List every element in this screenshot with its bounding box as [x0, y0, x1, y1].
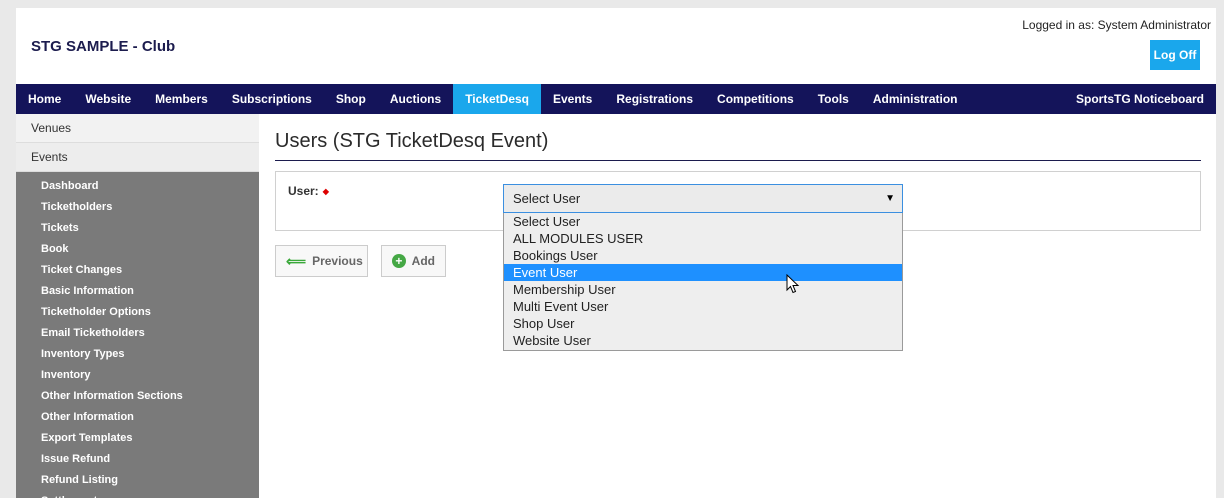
- sidebar-sub-basic-information[interactable]: Basic Information: [16, 280, 259, 301]
- nav-shop[interactable]: Shop: [324, 84, 378, 114]
- dropdown-arrow-icon: ▼: [885, 193, 895, 204]
- sidebar-sub-tickets[interactable]: Tickets: [16, 217, 259, 238]
- nav-auctions[interactable]: Auctions: [378, 84, 453, 114]
- sidebar-sub-inventory-types[interactable]: Inventory Types: [16, 343, 259, 364]
- user-option[interactable]: Website User: [504, 332, 902, 349]
- sidebar-sub-issue-refund[interactable]: Issue Refund: [16, 448, 259, 469]
- nav-administration[interactable]: Administration: [861, 84, 970, 114]
- sidebar-sub-ticketholders[interactable]: Ticketholders: [16, 196, 259, 217]
- sidebar-sub-other-information[interactable]: Other Information: [16, 406, 259, 427]
- nav-competitions[interactable]: Competitions: [705, 84, 806, 114]
- nav-registrations[interactable]: Registrations: [604, 84, 705, 114]
- sidebar-item-events[interactable]: Events: [16, 143, 259, 172]
- sidebar-sub-refund-listing[interactable]: Refund Listing: [16, 469, 259, 490]
- sidebar-sub-ticketholder-options[interactable]: Ticketholder Options: [16, 301, 259, 322]
- sidebar-sub-settlements[interactable]: Settlements: [16, 490, 259, 498]
- nav-tools[interactable]: Tools: [806, 84, 861, 114]
- nav-ticketdesq[interactable]: TicketDesq: [453, 84, 541, 114]
- sidebar-sub-ticket-changes[interactable]: Ticket Changes: [16, 259, 259, 280]
- sidebar-sub-book[interactable]: Book: [16, 238, 259, 259]
- page: STG SAMPLE - Club Logged in as: System A…: [16, 8, 1216, 498]
- sidebar-item-venues[interactable]: Venues: [16, 114, 259, 143]
- sidebar: Venues Events Dashboard Ticketholders Ti…: [16, 114, 259, 498]
- page-title: Users (STG TicketDesq Event): [275, 130, 549, 152]
- add-button[interactable]: + Add: [381, 245, 446, 277]
- plus-circle-icon: +: [392, 254, 406, 268]
- user-option[interactable]: Bookings User: [504, 247, 902, 264]
- sidebar-sub-other-information-sections[interactable]: Other Information Sections: [16, 385, 259, 406]
- site-brand[interactable]: STG SAMPLE - Club: [31, 38, 175, 55]
- add-label: Add: [411, 254, 435, 268]
- user-option[interactable]: Multi Event User: [504, 298, 902, 315]
- main-nav: Home Website Members Subscriptions Shop …: [16, 84, 1216, 114]
- log-off-button[interactable]: Log Off: [1150, 40, 1200, 70]
- sidebar-sub-email-ticketholders[interactable]: Email Ticketholders: [16, 322, 259, 343]
- nav-website[interactable]: Website: [73, 84, 143, 114]
- user-select-value: Select User: [513, 191, 581, 206]
- previous-label: Previous: [312, 254, 363, 268]
- user-option[interactable]: ALL MODULES USER: [504, 230, 902, 247]
- sidebar-sub-list: Dashboard Ticketholders Tickets Book Tic…: [16, 172, 259, 498]
- nav-home[interactable]: Home: [16, 84, 73, 114]
- user-option[interactable]: Membership User: [504, 281, 902, 298]
- user-select[interactable]: Select User ▼: [503, 184, 903, 213]
- logged-in-status: Logged in as: System Administrator: [1022, 18, 1211, 32]
- sidebar-sub-export-templates[interactable]: Export Templates: [16, 427, 259, 448]
- user-dropdown-list: Select User ALL MODULES USER Bookings Us…: [503, 213, 903, 351]
- sidebar-sub-dashboard[interactable]: Dashboard: [16, 175, 259, 196]
- user-label: User: ◆: [288, 184, 329, 198]
- user-option-highlighted[interactable]: Event User: [504, 264, 902, 281]
- user-option[interactable]: Shop User: [504, 315, 902, 332]
- mouse-pointer-icon: [786, 274, 800, 294]
- title-divider: [275, 160, 1201, 161]
- nav-subscriptions[interactable]: Subscriptions: [220, 84, 324, 114]
- sidebar-sub-inventory[interactable]: Inventory: [16, 364, 259, 385]
- nav-events[interactable]: Events: [541, 84, 604, 114]
- nav-noticeboard[interactable]: SportsTG Noticeboard: [1064, 84, 1216, 114]
- user-option[interactable]: Select User: [504, 213, 902, 230]
- previous-button[interactable]: ⟸ Previous: [275, 245, 368, 277]
- back-arrow-icon: ⟸: [286, 252, 307, 269]
- nav-members[interactable]: Members: [143, 84, 220, 114]
- required-icon: ◆: [322, 187, 329, 197]
- user-label-text: User:: [288, 184, 319, 198]
